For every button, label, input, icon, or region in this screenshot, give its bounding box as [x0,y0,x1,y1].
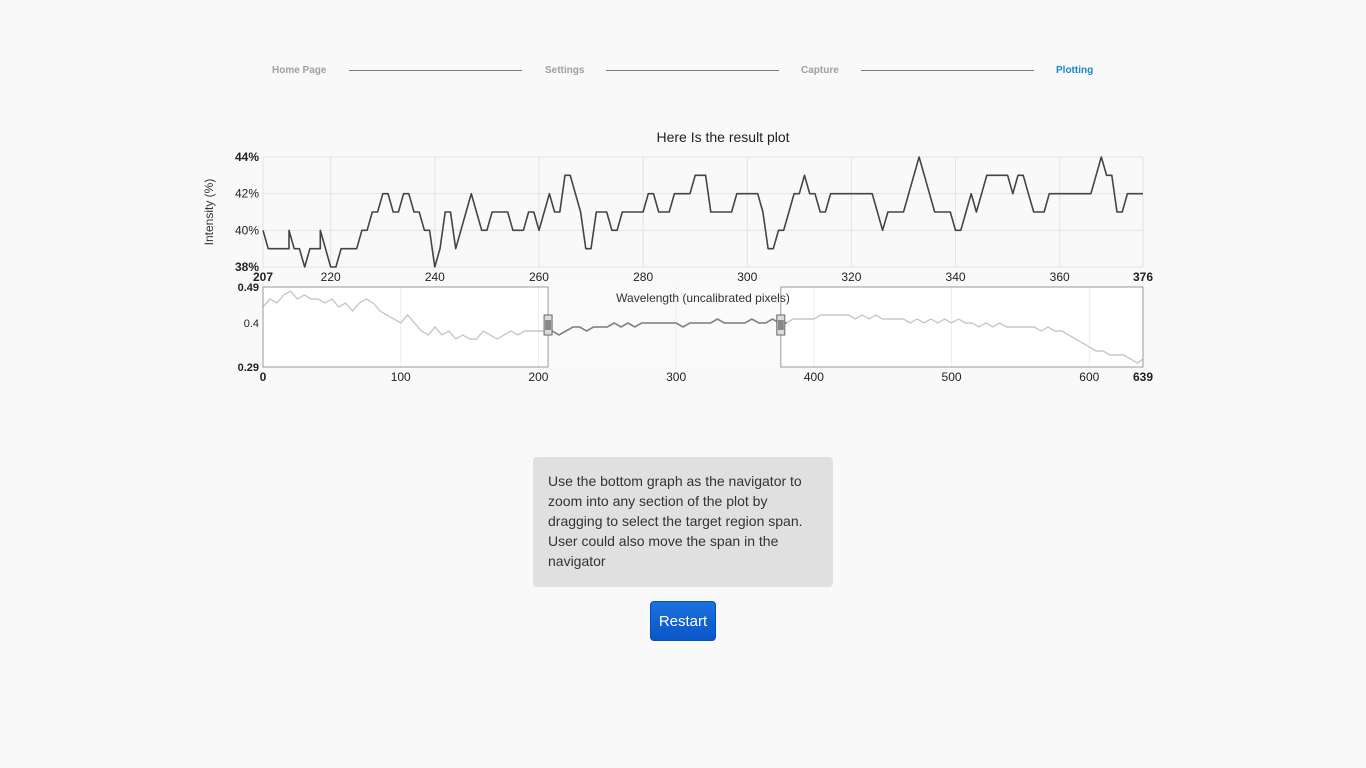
intensity-series-line [262,156,1143,268]
navigator-y-tick-label: 0.4 [244,318,259,330]
y-tick-label: 44% [235,150,259,164]
navigator-x-tick-label: 500 [942,370,962,384]
x-tick-label: 280 [633,270,653,284]
x-tick-label: 260 [529,270,549,284]
y-axis-label: Intensity (%) [202,179,216,246]
navigator-x-tick-label: 400 [804,370,824,384]
x-tick-label: 300 [737,270,757,284]
navigator-y-tick-label: 0.29 [238,362,259,374]
navigator-x-tick-label: 100 [391,370,411,384]
navigator-x-tick-label: 200 [528,370,548,384]
navigator-x-tick-label: 300 [666,370,686,384]
navigator-x-tick-label: 639 [1133,370,1153,384]
restart-button[interactable]: Restart [650,601,716,641]
navigator-handle-grip [777,320,784,330]
x-tick-label: 340 [946,270,966,284]
navigator-x-tick-label: 0 [260,370,267,384]
navigator-y-tick-label: 0.49 [238,282,259,294]
y-tick-label: 42% [235,187,259,201]
x-axis-label: Wavelength (uncalibrated pixels) [616,291,790,305]
y-tick-label: 40% [235,223,259,237]
x-tick-label: 240 [425,270,445,284]
navigator-x-tick-label: 600 [1079,370,1099,384]
x-tick-label: 220 [321,270,341,284]
instruction-text: Use the bottom graph as the navigator to… [548,473,803,569]
chart-title: Here Is the result plot [656,129,789,145]
result-plot[interactable]: Here Is the result plot Intensity (%) 44% 4… [0,0,1366,420]
instruction-box: Use the bottom graph as the navigator to… [533,457,833,587]
x-tick-label: 320 [841,270,861,284]
x-tick-label: 360 [1050,270,1070,284]
navigator-handle-grip [545,320,552,330]
x-tick-label: 376 [1133,270,1153,284]
